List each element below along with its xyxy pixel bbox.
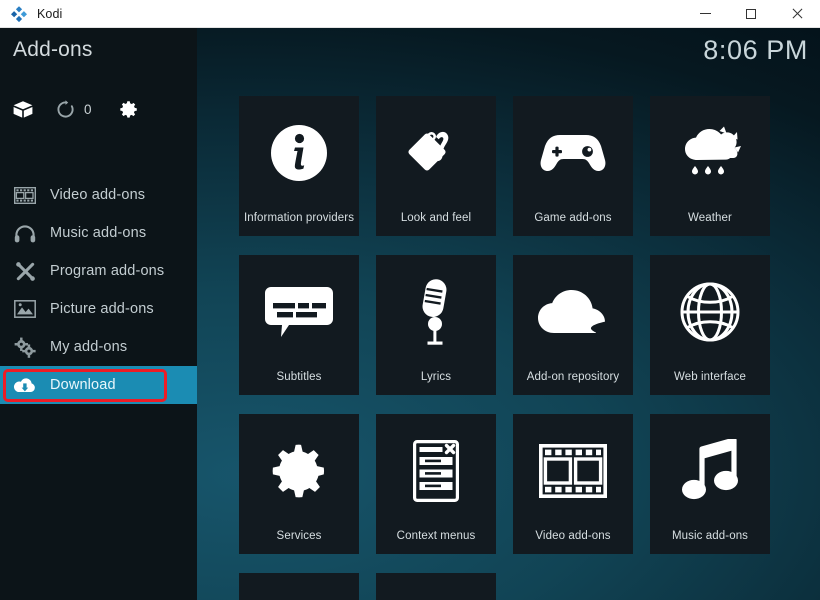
picture-icon (12, 298, 38, 320)
headphones-icon (12, 222, 38, 244)
maximize-icon (746, 8, 756, 19)
install-from-zip-button[interactable] (0, 100, 46, 119)
gear-icon (118, 99, 139, 120)
tile-game-add-ons[interactable]: Game add-ons (513, 96, 633, 236)
sidebar-item-label: Video add-ons (50, 187, 146, 203)
tools-cross-icon (12, 260, 38, 282)
gear-icon (239, 432, 359, 510)
speech-bubble-icon (239, 273, 359, 351)
tile-label: Weather (688, 212, 732, 224)
tile-label: Add-on repository (526, 371, 620, 383)
refresh-icon (56, 99, 75, 119)
tile-label: Services (276, 530, 322, 542)
kodi-window: Kodi 8:06 PM Add-ons 0 Video add-ons Mus… (0, 0, 820, 600)
tile-partial-row-2[interactable] (376, 573, 496, 600)
tile-label: Look and feel (400, 212, 472, 224)
minimize-button[interactable] (682, 0, 728, 27)
addon-category-grid: Information providers Look and feel Game… (239, 96, 799, 600)
microphone-icon (376, 273, 496, 351)
sidebar-item-video-add-ons[interactable]: Video add-ons (0, 176, 197, 214)
tile-lyrics[interactable]: Lyrics (376, 255, 496, 395)
tile-web-interface[interactable]: Web interface (650, 255, 770, 395)
cloud-icon (513, 273, 633, 351)
globe-icon (650, 273, 770, 351)
maximize-button[interactable] (728, 0, 774, 27)
sidebar-item-music-add-ons[interactable]: Music add-ons (0, 214, 197, 252)
sidebar-item-download[interactable]: Download (0, 366, 197, 404)
tile-label: Information providers (243, 212, 355, 224)
tile-information-providers[interactable]: Information providers (239, 96, 359, 236)
window-titlebar: Kodi (0, 0, 820, 28)
sidebar-item-picture-add-ons[interactable]: Picture add-ons (0, 290, 197, 328)
tile-partial-row-1[interactable] (239, 573, 359, 600)
tile-video-add-ons[interactable]: Video add-ons (513, 414, 633, 554)
sidebar-nav: Video add-ons Music add-ons Program add-… (0, 176, 197, 404)
gamepad-icon (513, 114, 633, 192)
film-strip-icon (12, 184, 38, 206)
tile-label: Video add-ons (535, 530, 611, 542)
page-title: Add-ons (13, 38, 93, 61)
weather-cloud-sun-rain-icon (650, 114, 770, 192)
sidebar-item-my-add-ons[interactable]: My add-ons (0, 328, 197, 366)
check-for-updates-button[interactable] (46, 99, 84, 119)
sidebar: Add-ons 0 Video add-ons Music add-ons Pr… (0, 28, 197, 600)
tile-subtitles[interactable]: Subtitles (239, 255, 359, 395)
sidebar-item-label: My add-ons (50, 339, 128, 355)
tile-label: Music add-ons (671, 530, 749, 542)
sidebar-item-label: Download (50, 377, 116, 393)
paint-tag-icon (376, 114, 496, 192)
sidebar-item-label: Music add-ons (50, 225, 147, 241)
gears-icon (12, 336, 38, 358)
clock: 8:06 PM (703, 35, 808, 65)
tile-label: Subtitles (276, 371, 322, 383)
tile-services[interactable]: Services (239, 414, 359, 554)
info-circle-icon (239, 114, 359, 192)
tile-label: Context menus (396, 530, 476, 542)
sidebar-item-label: Program add-ons (50, 263, 165, 279)
tile-label: Game add-ons (534, 212, 612, 224)
film-strip-icon (513, 432, 633, 510)
sidebar-item-program-add-ons[interactable]: Program add-ons (0, 252, 197, 290)
kodi-diamond-logo (10, 5, 28, 23)
update-count: 0 (84, 101, 92, 117)
tile-weather[interactable]: Weather (650, 96, 770, 236)
close-button[interactable] (774, 0, 820, 27)
tile-add-on-repository[interactable]: Add-on repository (513, 255, 633, 395)
window-title: Kodi (37, 6, 63, 21)
sidebar-item-label: Picture add-ons (50, 301, 154, 317)
context-menu-icon (376, 432, 496, 510)
kodi-content: 8:06 PM Add-ons 0 Video add-ons Music ad… (0, 28, 820, 600)
addon-settings-button[interactable] (104, 99, 152, 120)
tile-music-add-ons[interactable]: Music add-ons (650, 414, 770, 554)
sidebar-toolbar: 0 (0, 88, 197, 130)
tile-context-menus[interactable]: Context menus (376, 414, 496, 554)
cloud-download-icon (12, 374, 38, 396)
tile-label: Web interface (673, 371, 747, 383)
minimize-icon (699, 13, 711, 14)
tile-label: Lyrics (420, 371, 452, 383)
tile-look-and-feel[interactable]: Look and feel (376, 96, 496, 236)
music-note-icon (650, 432, 770, 510)
open-box-icon (12, 100, 34, 119)
close-icon (791, 8, 803, 20)
